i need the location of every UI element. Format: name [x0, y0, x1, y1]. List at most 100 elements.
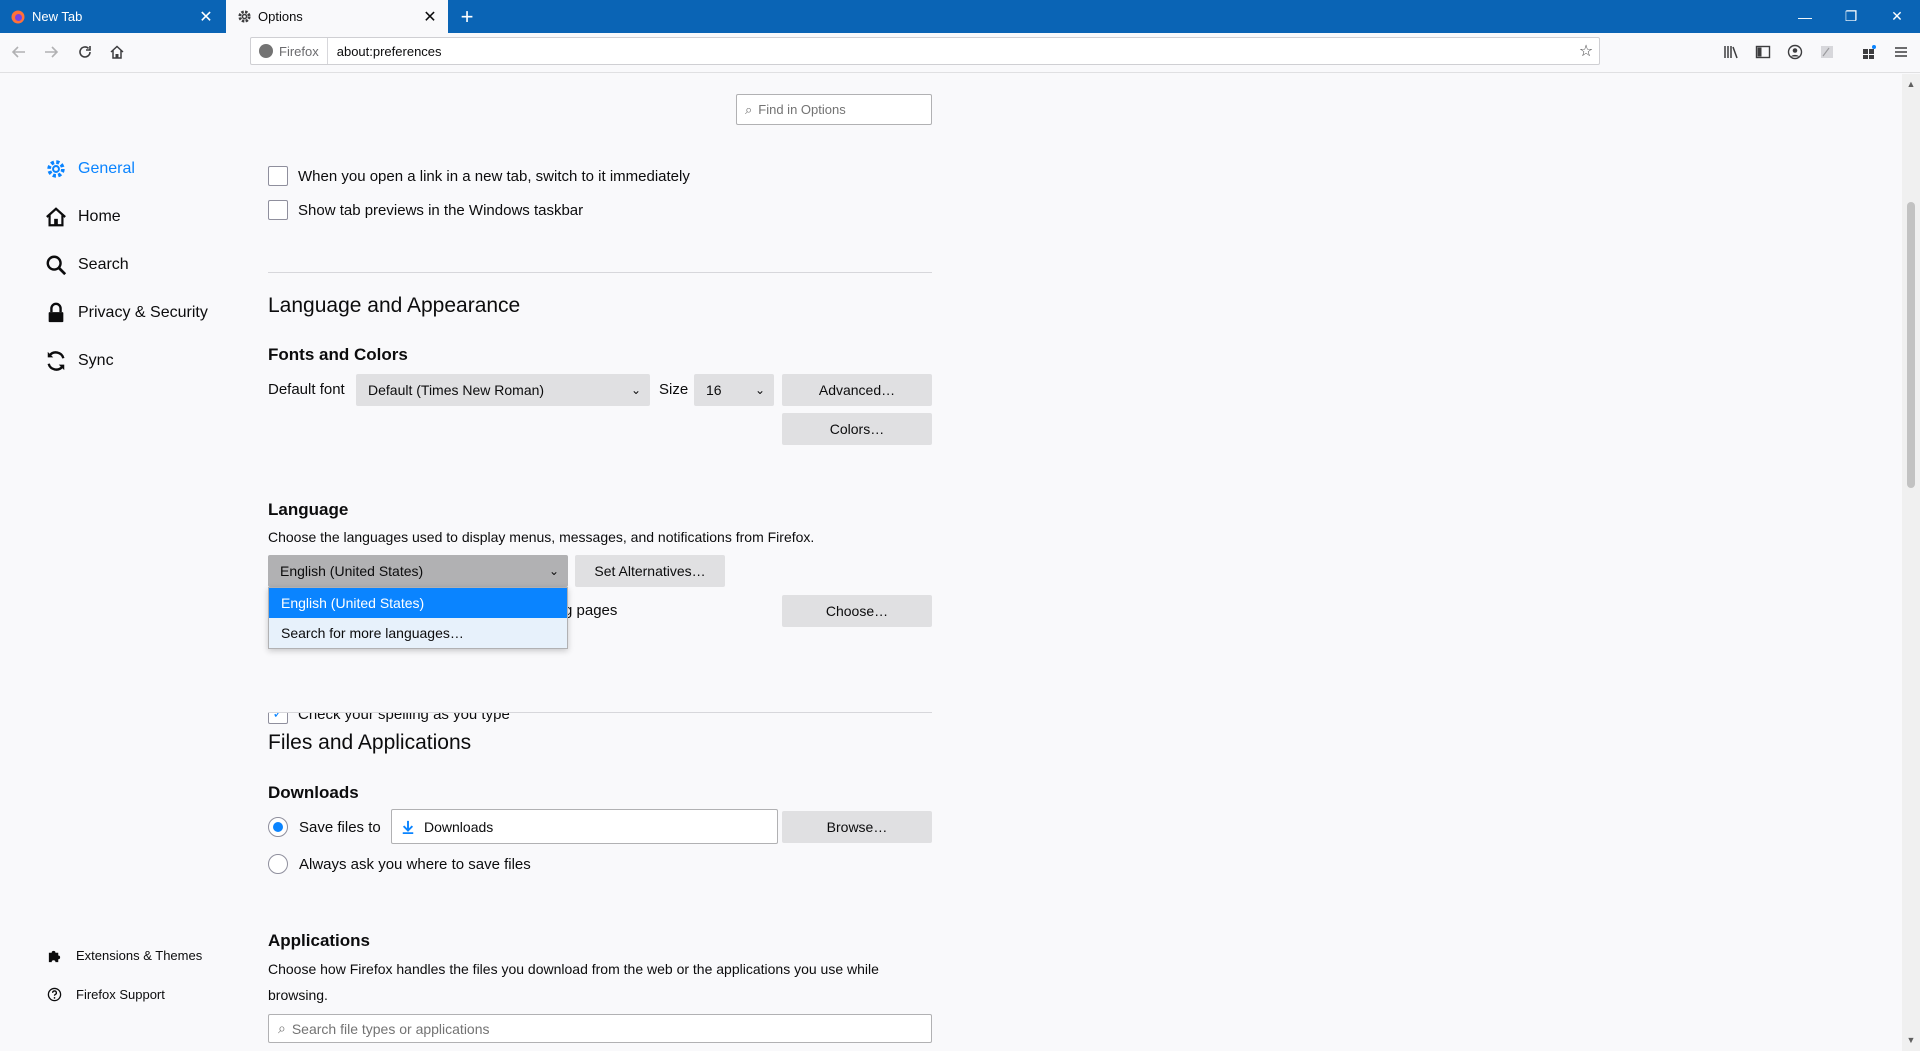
library-icon	[1724, 46, 1738, 59]
search-file-types-placeholder: Search file types or applications	[291, 1020, 490, 1037]
find-placeholder: Find in Options	[758, 102, 846, 117]
sidebar-item-home[interactable]: Home	[44, 202, 121, 232]
advanced-fonts-button[interactable]: Advanced…	[782, 374, 932, 406]
category-sidebar: General Home Search Privacy & Security S…	[0, 74, 240, 1051]
search-icon: ⌕	[745, 101, 753, 117]
save-files-row[interactable]: Save files to	[268, 816, 381, 838]
gear-icon	[236, 9, 252, 25]
divider	[268, 712, 932, 713]
tab-options[interactable]: Options ✕	[226, 0, 448, 33]
size-label: Size	[659, 381, 689, 398]
firefox-support-link[interactable]: Firefox Support	[46, 983, 165, 1005]
scroll-down-icon[interactable]: ▼	[1902, 1032, 1920, 1048]
chevron-down-icon: ⌄	[548, 564, 560, 578]
identity-box[interactable]: Firefox	[251, 38, 328, 64]
sidebar-item-label: Search	[78, 256, 129, 273]
switch-new-tab-checkbox[interactable]	[268, 166, 288, 186]
default-font-label: Default font	[268, 381, 345, 398]
app-menu-button[interactable]	[1886, 37, 1916, 67]
search-file-types-input[interactable]: ⌕ Search file types or applications	[268, 1014, 932, 1043]
divider	[268, 272, 932, 273]
identity-label: Firefox	[279, 43, 319, 59]
forward-button[interactable]	[36, 37, 66, 67]
default-font-select[interactable]: Default (Times New Roman) ⌄	[356, 374, 650, 406]
url-text[interactable]: about:preferences	[328, 44, 1573, 59]
extensions-themes-label: Extensions & Themes	[76, 947, 203, 963]
browse-button[interactable]: Browse…	[782, 811, 932, 843]
language-select[interactable]: English (United States) ⌄	[268, 555, 568, 587]
library-button[interactable]	[1716, 37, 1746, 67]
vertical-scrollbar[interactable]: ▲ ▼	[1902, 74, 1920, 1051]
choose-languages-button[interactable]: Choose…	[782, 595, 932, 627]
account-icon	[1787, 44, 1803, 60]
tab-previews-row[interactable]: Show tab previews in the Windows taskbar	[268, 199, 583, 221]
find-in-options-input[interactable]: ⌕ Find in Options	[736, 94, 932, 125]
spellcheck-checkbox[interactable]: ✓	[268, 712, 288, 724]
forward-arrow-icon	[45, 46, 59, 58]
firefox-identity-icon	[259, 44, 273, 58]
sidebar-icon	[1755, 45, 1771, 59]
firefox-support-label: Firefox Support	[76, 986, 165, 1002]
extension-button[interactable]	[1812, 37, 1842, 67]
font-size-value: 16	[706, 382, 722, 398]
sidebar-button[interactable]	[1748, 37, 1778, 67]
fonts-colors-heading: Fonts and Colors	[268, 345, 408, 364]
account-button[interactable]	[1780, 37, 1810, 67]
scroll-up-icon[interactable]: ▲	[1902, 76, 1920, 92]
restore-button[interactable]: ❐	[1828, 0, 1874, 33]
url-bar[interactable]: Firefox about:preferences ☆	[250, 37, 1600, 65]
always-ask-row[interactable]: Always ask you where to save files	[268, 853, 531, 875]
font-size-select[interactable]: 16 ⌄	[694, 374, 774, 406]
sidebar-item-sync[interactable]: Sync	[44, 346, 114, 376]
tab-previews-checkbox[interactable]	[268, 200, 288, 220]
chevron-down-icon: ⌄	[630, 383, 642, 397]
switch-new-tab-row[interactable]: When you open a link in a new tab, switc…	[268, 165, 690, 187]
home-button[interactable]	[102, 37, 132, 67]
close-icon[interactable]: ✕	[422, 9, 438, 26]
spellcheck-row[interactable]: ✓ Check your spelling as you type	[268, 712, 510, 726]
language-option[interactable]: Search for more languages…	[269, 618, 567, 648]
home-icon	[110, 45, 124, 59]
scrollbar-thumb[interactable]	[1907, 202, 1915, 488]
minimize-button[interactable]: —	[1782, 0, 1828, 33]
navigation-toolbar: Firefox about:preferences ☆	[0, 33, 1920, 73]
search-icon	[44, 253, 68, 277]
download-folder-field[interactable]: Downloads	[391, 809, 778, 844]
search-icon: ⌕	[278, 1020, 286, 1036]
extensions-menu-button[interactable]	[1854, 37, 1884, 67]
sidebar-item-label: Sync	[78, 352, 114, 369]
always-ask-radio[interactable]	[268, 854, 288, 874]
tab-label: New Tab	[32, 9, 83, 24]
back-button[interactable]	[4, 37, 34, 67]
language-value: English (United States)	[280, 563, 424, 579]
sidebar-item-label: Home	[78, 208, 121, 225]
sync-icon	[44, 349, 68, 373]
save-files-radio[interactable]	[268, 817, 288, 837]
language-appearance-heading: Language and Appearance	[268, 294, 521, 317]
applications-heading: Applications	[268, 931, 371, 950]
firefox-icon	[10, 9, 26, 25]
extension-icon	[1821, 46, 1833, 58]
sidebar-item-general[interactable]: General	[44, 154, 135, 184]
applications-description: Choose how Firefox handles the files you…	[268, 961, 879, 977]
window-close-button[interactable]: ✕	[1874, 0, 1920, 33]
new-tab-button[interactable]: +	[452, 0, 482, 33]
colors-button[interactable]: Colors…	[782, 413, 932, 445]
reload-button[interactable]	[70, 37, 100, 67]
hamburger-icon	[1895, 47, 1907, 57]
reload-icon	[79, 46, 91, 58]
star-icon[interactable]: ☆	[1573, 38, 1599, 64]
sidebar-item-search[interactable]: Search	[44, 250, 129, 280]
language-heading: Language	[268, 500, 349, 519]
language-option[interactable]: English (United States)	[269, 588, 567, 618]
switch-new-tab-label: When you open a link in a new tab, switc…	[298, 167, 690, 185]
set-alternatives-button[interactable]: Set Alternatives…	[575, 555, 725, 587]
tab-new-tab[interactable]: New Tab ✕	[0, 0, 224, 33]
downloads-heading: Downloads	[268, 783, 359, 802]
sidebar-item-privacy[interactable]: Privacy & Security	[44, 298, 208, 328]
help-icon	[46, 986, 62, 1002]
choose-language-pages-text: g pages	[564, 602, 618, 619]
download-arrow-icon	[400, 819, 416, 835]
close-icon[interactable]: ✕	[198, 9, 214, 26]
extensions-themes-link[interactable]: Extensions & Themes	[46, 944, 202, 966]
